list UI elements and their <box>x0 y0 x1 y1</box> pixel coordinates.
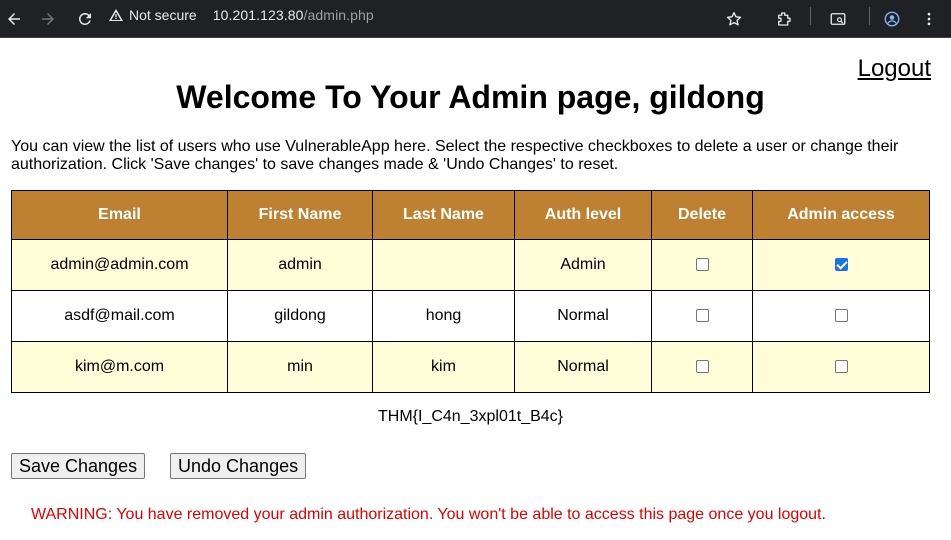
bookmark-button[interactable] <box>720 5 748 33</box>
cell-auth-level: Normal <box>514 341 652 393</box>
menu-button[interactable] <box>915 5 943 33</box>
cell-email: kim@m.com <box>11 341 228 393</box>
back-arrow-icon <box>8 13 20 25</box>
tab-search-icon <box>830 13 846 25</box>
cell-last-name <box>372 239 515 291</box>
header-auth-level: Auth level <box>514 190 652 240</box>
header-email: Email <box>11 190 228 240</box>
cell-last-name: kim <box>372 341 515 393</box>
back-button[interactable] <box>0 5 28 33</box>
cell-email: admin@admin.com <box>11 239 228 291</box>
extensions-icon <box>778 12 791 26</box>
reload-icon <box>78 12 91 25</box>
warning-message: WARNING: You have removed your admin aut… <box>31 506 826 523</box>
security-label: Not secure <box>129 7 197 23</box>
security-indicator[interactable]: Not secure <box>108 7 197 23</box>
undo-changes-button[interactable]: Undo Changes <box>170 453 307 479</box>
toolbar-divider <box>810 7 811 25</box>
cell-first-name: min <box>227 341 373 393</box>
delete-checkbox[interactable] <box>695 258 709 272</box>
url-host: 10.201.123.80 <box>212 7 304 23</box>
save-changes-button[interactable]: Save Changes <box>11 453 146 479</box>
cell-first-name: gildong <box>227 290 373 342</box>
table-header-row: Email First Name Last Name Auth level De… <box>11 190 930 240</box>
users-table: Email First Name Last Name Auth level De… <box>11 190 930 393</box>
admin-access-checkbox[interactable] <box>834 309 848 323</box>
cell-admin-access <box>752 341 930 393</box>
forward-arrow-icon <box>42 13 54 25</box>
tab-search-button[interactable] <box>824 5 852 33</box>
page-title: Welcome To Your Admin page, gildong <box>176 79 765 115</box>
cell-email: asdf@mail.com <box>11 290 228 342</box>
reload-button[interactable] <box>71 5 99 33</box>
cell-auth-level: Normal <box>514 290 652 342</box>
profile-button[interactable] <box>878 5 906 33</box>
extensions-button[interactable] <box>770 5 798 33</box>
header-delete: Delete <box>651 190 753 240</box>
address-bar[interactable]: Not secure 10.201.123.80/admin.php <box>108 3 764 27</box>
cell-delete <box>651 341 753 393</box>
warning-triangle-icon <box>109 9 123 21</box>
flag-text: THM{I_C4n_3xpl01t_B4c} <box>378 408 563 425</box>
cell-auth-level: Admin <box>514 239 652 291</box>
cell-delete <box>651 290 753 342</box>
table-row: asdf@mail.com gildong hong Normal <box>11 290 930 342</box>
cell-last-name: hong <box>372 290 515 342</box>
delete-checkbox[interactable] <box>695 360 709 374</box>
cell-admin-access <box>752 239 930 291</box>
admin-access-checkbox[interactable] <box>834 258 848 272</box>
toolbar-divider <box>869 7 870 25</box>
table-row: admin@admin.com admin Admin <box>11 239 930 291</box>
forward-button[interactable] <box>34 5 62 33</box>
header-last-name: Last Name <box>372 190 515 240</box>
intro-text: You can view the list of users who use V… <box>11 138 899 173</box>
header-admin-access: Admin access <box>752 190 930 240</box>
header-first-name: First Name <box>227 190 373 240</box>
profile-icon <box>884 11 900 27</box>
delete-checkbox[interactable] <box>695 309 709 323</box>
table-row: kim@m.com min kim Normal <box>11 341 930 393</box>
star-icon <box>726 11 742 26</box>
url-text[interactable]: 10.201.123.80/admin.php <box>213 7 374 23</box>
menu-icon <box>927 12 931 26</box>
browser-toolbar: Not secure 10.201.123.80/admin.php <box>0 0 951 38</box>
admin-access-checkbox[interactable] <box>834 360 848 374</box>
cell-admin-access <box>752 290 930 342</box>
cell-first-name: admin <box>227 239 373 291</box>
cell-delete <box>651 239 753 291</box>
url-path: /admin.php <box>303 7 374 23</box>
